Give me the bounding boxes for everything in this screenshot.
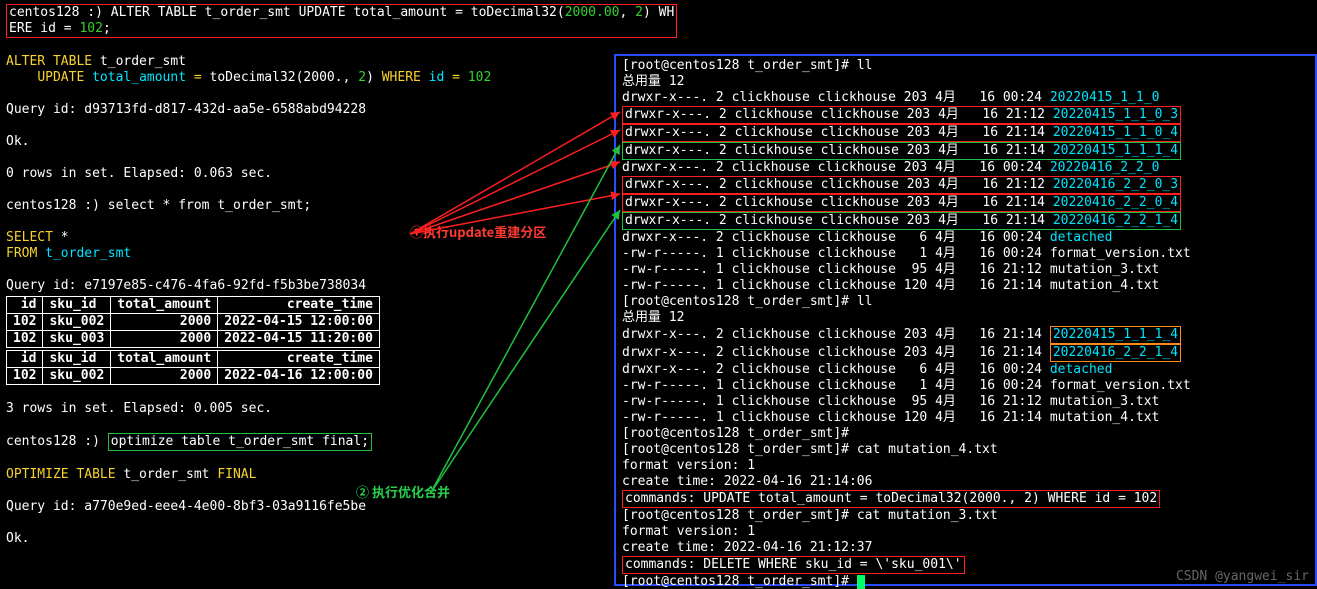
ll1-row: -rw-r-----. 1 clickhouse clickhouse 120 …	[622, 278, 1309, 294]
ll1-row: drwxr-x---. 2 clickhouse clickhouse 203 …	[622, 160, 1309, 176]
total-1: 总用量 12	[622, 74, 1309, 90]
ll1-row: -rw-r-----. 1 clickhouse clickhouse 95 4…	[622, 262, 1309, 278]
ll1-row: drwxr-x---. 2 clickhouse clickhouse 203 …	[622, 106, 1309, 124]
ll2-row: drwxr-x---. 2 clickhouse clickhouse 203 …	[622, 344, 1309, 362]
pretty-alter-2: UPDATE total_amount = toDecimal32(2000.,…	[6, 70, 606, 86]
ll2-row: drwxr-x---. 2 clickhouse clickhouse 203 …	[622, 326, 1309, 344]
pretty-select-2: FROM t_order_smt	[6, 246, 606, 262]
ll1-row: drwxr-x---. 2 clickhouse clickhouse 203 …	[622, 176, 1309, 194]
m3-ct: create time: 2022-04-16 21:12:37	[622, 540, 1309, 556]
ll1-row: drwxr-x---. 2 clickhouse clickhouse 203 …	[622, 194, 1309, 212]
ll1-row: drwxr-x---. 2 clickhouse clickhouse 203 …	[622, 124, 1309, 142]
query-id-2: Query id: e7197e85-c476-4fa6-92fd-f5b3be…	[6, 278, 606, 294]
pretty-alter: ALTER TABLE t_order_smt	[6, 54, 606, 70]
m3-fv: format version: 1	[622, 524, 1309, 540]
rows-0: 0 rows in set. Elapsed: 0.063 sec.	[6, 166, 606, 182]
annotation-1: ①执行update重建分区	[410, 224, 546, 240]
ok-1: Ok.	[6, 134, 606, 150]
select-cmd: centos128 :) select * from t_order_smt;	[6, 198, 606, 214]
result-table-2: idsku_idtotal_amountcreate_time 102sku_0…	[6, 350, 380, 385]
prompt-cat4: [root@centos128 t_order_smt]# cat mutati…	[622, 442, 1309, 458]
result-table-1: idsku_idtotal_amountcreate_time 102sku_0…	[6, 296, 380, 348]
ll2-row: -rw-r-----. 1 clickhouse clickhouse 95 4…	[622, 394, 1309, 410]
pretty-optimize: OPTIMIZE TABLE t_order_smt FINAL	[6, 467, 606, 483]
query-id-1: Query id: d93713fd-d817-432d-aa5e-6588ab…	[6, 102, 606, 118]
m4-fv: format version: 1	[622, 458, 1309, 474]
ll2-row: -rw-r-----. 1 clickhouse clickhouse 1 4月…	[622, 378, 1309, 394]
query-id-3: Query id: a770e9ed-eee4-4e00-8bf3-03a911…	[6, 499, 606, 515]
ll2-row: -rw-r-----. 1 clickhouse clickhouse 120 …	[622, 410, 1309, 426]
prompt-ll-1: [root@centos128 t_order_smt]# ll	[622, 58, 1309, 74]
left-terminal[interactable]: centos128 :) ALTER TABLE t_order_smt UPD…	[0, 0, 612, 589]
ll1-row: drwxr-x---. 2 clickhouse clickhouse 6 4月…	[622, 230, 1309, 246]
ll1-row: -rw-r-----. 1 clickhouse clickhouse 1 4月…	[622, 246, 1309, 262]
prompt-empty: [root@centos128 t_order_smt]#	[622, 426, 1309, 442]
ll1-row: drwxr-x---. 2 clickhouse clickhouse 203 …	[622, 142, 1309, 160]
annotation-2: ② 执行优化合并	[356, 484, 450, 500]
prompt-cat3: [root@centos128 t_order_smt]# cat mutati…	[622, 508, 1309, 524]
ll1-row: drwxr-x---. 2 clickhouse clickhouse 203 …	[622, 90, 1309, 106]
ll1-row: drwxr-x---. 2 clickhouse clickhouse 203 …	[622, 212, 1309, 230]
total-2: 总用量 12	[622, 310, 1309, 326]
rows-3: 3 rows in set. Elapsed: 0.005 sec.	[6, 401, 606, 417]
terminal-composite: { "header_sql": { "pre": "centos128 :) "…	[0, 0, 1317, 589]
right-terminal[interactable]: [root@centos128 t_order_smt]# ll 总用量 12 …	[614, 54, 1317, 586]
optimize-cmd: centos128 :) optimize table t_order_smt …	[6, 433, 606, 451]
cursor-icon	[857, 575, 865, 589]
alter-update-sql: centos128 :) ALTER TABLE t_order_smt UPD…	[6, 4, 677, 38]
ll2-row: drwxr-x---. 2 clickhouse clickhouse 6 4月…	[622, 362, 1309, 378]
ok-2: Ok.	[6, 531, 606, 547]
m4-ct: create time: 2022-04-16 21:14:06	[622, 474, 1309, 490]
m4-cmd: commands: UPDATE total_amount = toDecima…	[622, 490, 1309, 508]
watermark: CSDN @yangwei_sir	[1176, 569, 1309, 585]
prompt-ll-2: [root@centos128 t_order_smt]# ll	[622, 294, 1309, 310]
